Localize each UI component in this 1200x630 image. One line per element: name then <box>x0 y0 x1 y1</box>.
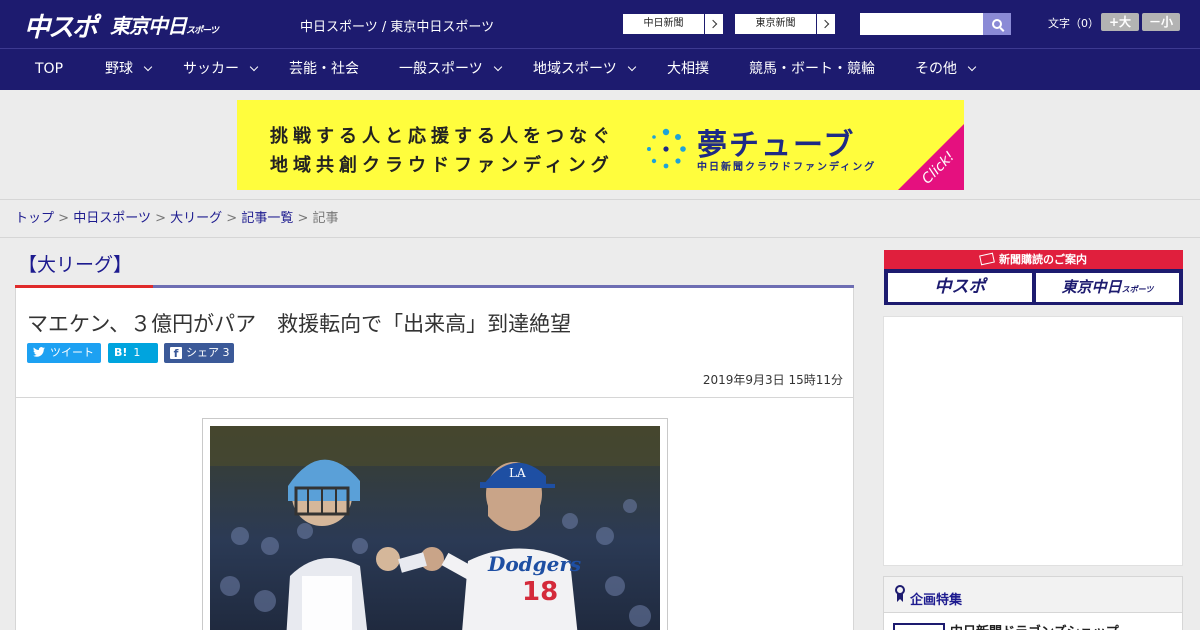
breadcrumb-article-list[interactable]: 記事一覧 <box>241 211 293 226</box>
search-icon <box>992 19 1002 29</box>
nav-label: 大相撲 <box>667 61 709 77</box>
facebook-share-label: シェア 3 <box>186 346 230 359</box>
nav-item-top[interactable]: TOP <box>35 49 63 90</box>
nav-label: 地域スポーツ <box>533 61 617 77</box>
tokyo-chunichi-logo[interactable]: 東京中日スポーツ <box>110 10 219 39</box>
ad-line-1: 挑戦する人と応援する人をつなぐ <box>270 126 615 147</box>
subscription-heading: 新聞購読のご案内 <box>884 250 1183 269</box>
subscription-box[interactable]: 新聞購読のご案内 中スポ 東京中日スポーツ <box>884 250 1183 305</box>
nav-label: 野球 <box>105 61 133 77</box>
article-title: マエケン、３億円がパア 救援転向で「出来高」到達絶望 <box>27 312 572 336</box>
tokyo-chunichi-subscribe-link[interactable]: 東京中日スポーツ <box>1036 273 1179 302</box>
tokyo-subscribe-logo-small: スポーツ <box>1121 285 1154 294</box>
chunichi-shimbun-label: 中日新聞 <box>623 14 705 34</box>
feature-thumbnail[interactable] <box>893 623 945 630</box>
nav-item-racing[interactable]: 競馬・ボート・競輪 <box>749 49 875 90</box>
nav-item-entertainment[interactable]: 芸能・社会 <box>289 49 359 90</box>
breadcrumb-chunichi-sports[interactable]: 中日スポーツ <box>73 211 151 226</box>
breadcrumb-mlb[interactable]: 大リーグ <box>170 211 222 226</box>
facebook-icon: f <box>170 347 182 360</box>
dots-circle-icon <box>647 128 686 169</box>
facebook-share-button[interactable]: f シェア 3 <box>164 343 234 363</box>
nav-item-local-sports[interactable]: 地域スポーツ <box>533 49 636 90</box>
search-button[interactable] <box>983 13 1011 35</box>
newspaper-icon <box>979 252 995 266</box>
hatena-icon: B! <box>114 346 128 359</box>
subscription-heading-label: 新聞購読のご案内 <box>999 253 1087 266</box>
tokyo-subscribe-logo-main: 東京中日 <box>1061 278 1122 296</box>
nav-item-other[interactable]: その他 <box>915 49 977 90</box>
tokyo-logo-small: スポーツ <box>186 26 219 36</box>
nav-label: その他 <box>915 61 957 77</box>
breadcrumb-separator: > <box>155 211 166 226</box>
nav-item-baseball[interactable]: 野球 <box>105 49 153 90</box>
tokyo-shimbun-label: 東京新聞 <box>735 14 817 34</box>
sidebar-ad-slot[interactable] <box>883 316 1183 566</box>
nav-item-soccer[interactable]: サッカー <box>183 49 259 90</box>
chevron-down-icon <box>627 62 636 72</box>
category-title: 【大リーグ】 <box>18 254 133 276</box>
chevron-down-icon <box>493 62 502 72</box>
chevron-right-icon <box>817 14 835 34</box>
ad-subtext: 中日新聞クラウドファンディング <box>697 162 877 173</box>
search-input[interactable] <box>860 13 984 35</box>
chevron-right-icon <box>705 14 723 34</box>
breadcrumb-top[interactable]: トップ <box>15 211 54 226</box>
crowdfunding-ad-banner[interactable]: 挑戦する人と応援する人をつなぐ 地域共創クラウドファンディング 夢チューブ 中日… <box>237 100 964 190</box>
feature-box: 企画特集 中日新聞ドラゴンズショップ <box>883 576 1183 630</box>
site-names: 中日スポーツ / 東京中日スポーツ <box>300 20 495 35</box>
nav-label: サッカー <box>183 61 239 77</box>
tweet-button[interactable]: ツイート <box>27 343 101 363</box>
ad-line-2: 地域共創クラウドファンディング <box>270 155 614 176</box>
breadcrumb-current: 記事 <box>312 211 339 226</box>
chevron-down-icon <box>967 62 977 72</box>
breadcrumb-separator: > <box>58 211 70 226</box>
jersey-team-text: Dodgers <box>487 552 581 576</box>
article-photo-frame: LA Dodgers 18 <box>202 418 668 630</box>
chevron-down-icon <box>143 62 153 72</box>
font-increase-button[interactable]: +大 <box>1101 13 1139 31</box>
nav-item-sumo[interactable]: 大相撲 <box>667 49 709 90</box>
article-date: 2019年9月3日 15時11分 <box>702 373 843 387</box>
main-nav: TOP 野球 サッカー 芸能・社会 一般スポーツ 地域スポーツ 大相撲 競馬・ボ… <box>0 48 1200 90</box>
twitter-icon <box>33 347 45 357</box>
baseball-players-photo: LA Dodgers 18 <box>210 426 660 630</box>
nav-item-general-sports[interactable]: 一般スポーツ <box>399 49 502 90</box>
article-photo[interactable]: LA Dodgers 18 <box>210 426 660 630</box>
chuspo-logo[interactable]: 中スポ <box>24 7 98 44</box>
nav-label: 競馬・ボート・競輪 <box>749 61 875 77</box>
feature-item-dragons-shop[interactable]: 中日新聞ドラゴンズショップ <box>950 621 1119 630</box>
font-size-label: 文字（0） <box>1048 17 1099 30</box>
tokyo-shimbun-link[interactable]: 東京新聞 <box>734 13 836 35</box>
tweet-label: ツイート <box>50 346 94 359</box>
breadcrumb-separator: > <box>226 211 238 226</box>
ribbon-icon <box>895 585 905 602</box>
top-header: 中スポ 東京中日スポーツ 中日スポーツ / 東京中日スポーツ 中日新聞 東京新聞… <box>0 0 1200 48</box>
nav-label: 一般スポーツ <box>399 61 483 77</box>
chevron-down-icon <box>249 62 259 72</box>
cap-logo-text: LA <box>509 466 526 480</box>
jersey-number-text: 18 <box>522 577 558 607</box>
hatena-bookmark-button[interactable]: B! 1 <box>108 343 158 363</box>
breadcrumb: トップ > 中日スポーツ > 大リーグ > 記事一覧 > 記事 <box>0 200 1200 238</box>
article-body: LA Dodgers 18 <box>15 398 854 630</box>
nav-label: TOP <box>35 61 64 77</box>
hatena-count: 1 <box>133 346 141 359</box>
ad-area: 挑戦する人と応援する人をつなぐ 地域共創クラウドファンディング 夢チューブ 中日… <box>0 90 1200 200</box>
breadcrumb-separator: > <box>297 211 309 226</box>
feature-title: 企画特集 <box>910 593 963 608</box>
chuspo-subscribe-link[interactable]: 中スポ <box>888 273 1032 302</box>
font-decrease-button[interactable]: －小 <box>1142 13 1180 31</box>
nav-label: 芸能・社会 <box>289 61 359 77</box>
article-header: マエケン、３億円がパア 救援転向で「出来高」到達絶望 ツイート B! 1 f シェア… <box>15 288 854 398</box>
chunichi-shimbun-link[interactable]: 中日新聞 <box>622 13 724 35</box>
tokyo-logo-main: 東京中日 <box>110 14 187 38</box>
feature-header: 企画特集 <box>884 577 1182 613</box>
